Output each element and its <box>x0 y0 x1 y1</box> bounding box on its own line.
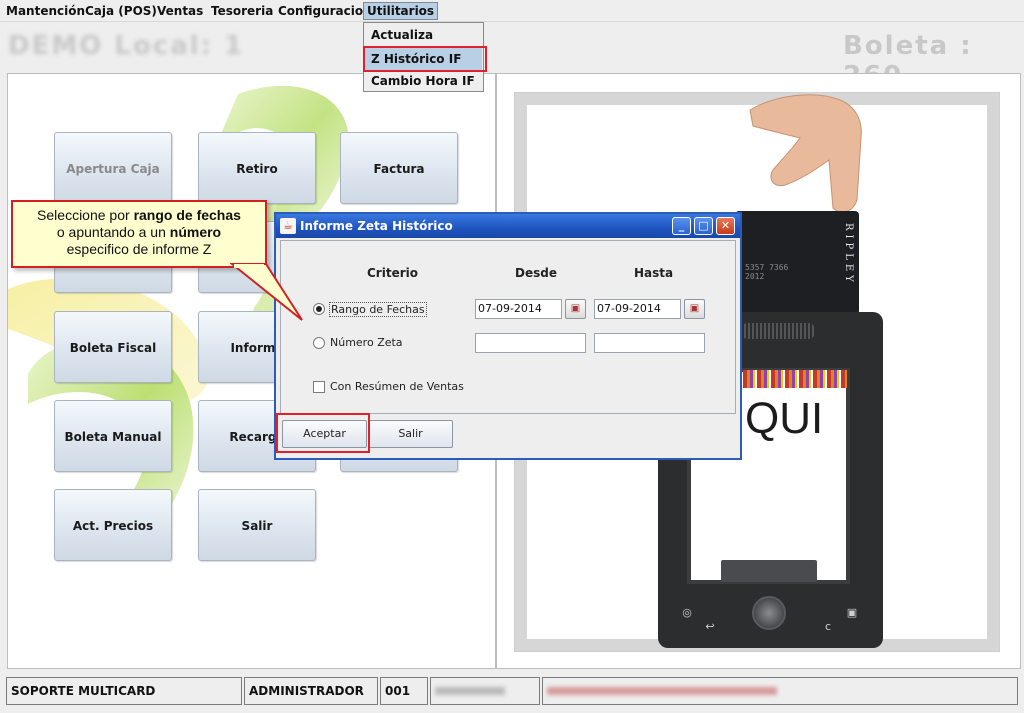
desde-calendar-icon[interactable]: ▣ <box>565 299 586 319</box>
dialog-salir-button[interactable]: Salir <box>368 420 453 448</box>
menu-mantencion[interactable]: Mantención <box>3 2 88 20</box>
boleta-fiscal-label: Boleta Fiscal <box>69 341 157 355</box>
act-precios-button[interactable]: Act. Precios <box>54 489 172 561</box>
hasta-date-field[interactable]: 07-09-2014 <box>594 299 681 319</box>
boleta-manual-button[interactable]: Boleta Manual <box>54 400 172 472</box>
retiro-button[interactable]: Retiro <box>198 132 316 204</box>
apertura-caja-label: Apertura Caja <box>66 162 160 176</box>
local-label: DEMO Local: 1 <box>8 31 245 61</box>
redacted-date-bar <box>435 687 505 695</box>
status-user: ADMINISTRADOR <box>244 677 378 705</box>
phone-window-icon: ▣ <box>846 606 858 619</box>
checkbox-resumen-ventas[interactable] <box>313 381 325 393</box>
label-numero-zeta: Número Zeta <box>330 336 403 349</box>
menu-bar: Mantención Caja (POS) Ventas Tesoreria C… <box>0 0 1024 22</box>
phone-globe-icon: ◎ <box>682 606 692 619</box>
col-desde: Desde <box>515 266 557 280</box>
factura-label: Factura <box>373 162 425 176</box>
hasta-calendar-icon[interactable]: ▣ <box>684 299 705 319</box>
close-icon[interactable]: ✕ <box>716 217 735 235</box>
menu-caja-pos[interactable]: Caja (POS) <box>82 2 160 20</box>
radio-numero-zeta[interactable] <box>313 337 325 349</box>
phone-screen-text: QUI <box>745 394 824 443</box>
status-bar: SOPORTE MULTICARD ADMINISTRADOR 001 <box>0 673 1024 713</box>
java-icon: ☕ <box>280 218 296 234</box>
radio-rango-fechas[interactable] <box>313 303 325 315</box>
callout-bold-2: número <box>169 224 222 240</box>
status-terminal: 001 <box>380 677 428 705</box>
minimize-icon[interactable]: _ <box>672 217 691 235</box>
card-expiry: 2012 <box>745 272 765 281</box>
desde-date-field[interactable]: 07-09-2014 <box>475 299 562 319</box>
col-criterio: Criterio <box>367 266 418 280</box>
maximize-icon[interactable]: □ <box>694 217 713 235</box>
label-resumen-ventas: Con Resúmen de Ventas <box>330 380 464 393</box>
menu-item-cambio-hora[interactable]: Cambio Hora IF <box>365 70 482 92</box>
redacted-message-bar <box>547 687 777 695</box>
factura-button[interactable]: Factura <box>340 132 458 204</box>
hand-illustration <box>749 94 862 213</box>
label-rango-fechas: Rango de Fechas <box>329 302 427 317</box>
dialog-criteria-panel: Criterio Desde Hasta Rango de Fechas 07-… <box>280 240 736 414</box>
phone-screen-stripes <box>743 370 847 388</box>
highlight-z-historico <box>363 46 487 72</box>
menu-utilitarios[interactable]: Utilitarios <box>363 2 439 20</box>
phone-back-icon: ↩ <box>705 620 715 633</box>
dialog-title-bar[interactable]: ☕ Informe Zeta Histórico _ □ ✕ <box>276 214 740 238</box>
card-number-digits: 5357 7366 <box>745 263 789 272</box>
tooltip-callout: Seleccione por rango de fechas o apuntan… <box>11 200 267 268</box>
act-precios-label: Act. Precios <box>72 519 154 533</box>
phone-nav-ball <box>752 596 786 630</box>
callout-text-2: o apuntando a un <box>56 224 170 240</box>
menu-tesoreria[interactable]: Tesoreria <box>208 2 276 20</box>
col-hasta: Hasta <box>634 266 674 280</box>
phone-screen-bar <box>721 560 817 582</box>
menu-item-actualiza-precios[interactable]: Actualiza Precios <box>365 24 482 64</box>
card-number: 5357 7366 2012 <box>745 263 788 281</box>
phone-c-key: c <box>824 620 832 633</box>
boleta-fiscal-button[interactable]: Boleta Fiscal <box>54 311 172 383</box>
zeta-hasta-field[interactable] <box>594 333 705 353</box>
callout-bold-1: rango de fechas <box>133 207 241 223</box>
salir-button[interactable]: Salir <box>198 489 316 561</box>
zeta-desde-field[interactable] <box>475 333 586 353</box>
phone-speaker <box>740 323 816 339</box>
menu-ventas[interactable]: Ventas <box>154 2 206 20</box>
salir-label: Salir <box>241 519 273 533</box>
menu-configuracion[interactable]: Configuracion <box>275 2 375 20</box>
retiro-label: Retiro <box>236 162 278 176</box>
dialog-title: Informe Zeta Histórico <box>300 219 453 233</box>
highlight-aceptar <box>276 413 370 453</box>
boleta-manual-label: Boleta Manual <box>64 430 162 444</box>
header-strip: DEMO Local: 1 Boleta : 260 <box>0 23 1024 91</box>
callout-text-3: especifico de informe Z <box>66 241 212 257</box>
status-support: SOPORTE MULTICARD <box>6 677 242 705</box>
card-brand: RIPLEY <box>843 223 854 286</box>
callout-pointer <box>230 263 303 321</box>
apertura-caja-button[interactable]: Apertura Caja <box>54 132 172 204</box>
status-date-redacted <box>430 677 540 705</box>
callout-text-1: Seleccione por <box>37 207 134 223</box>
status-message-redacted <box>542 677 1018 705</box>
